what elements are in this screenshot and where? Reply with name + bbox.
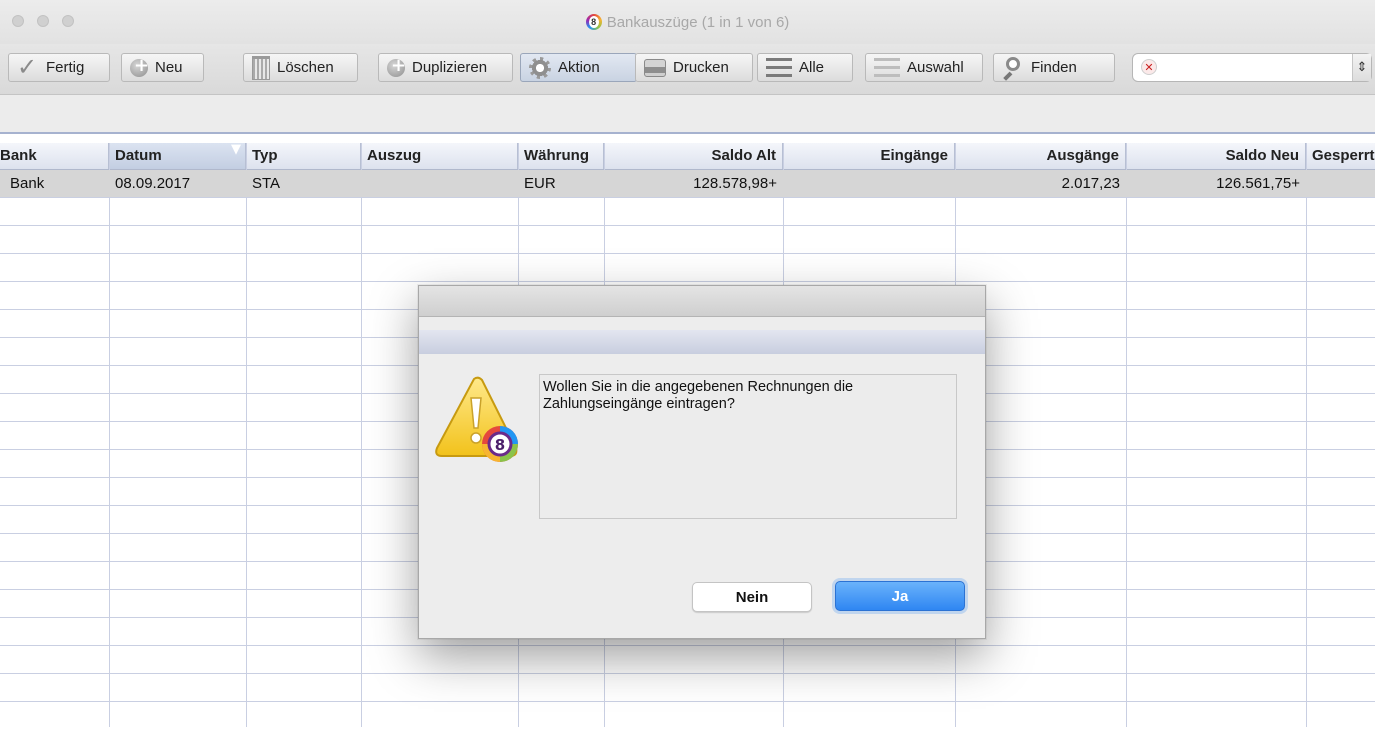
fertig-button[interactable]: Fertig bbox=[8, 53, 110, 82]
column-header-eingaenge[interactable]: Eingänge bbox=[783, 143, 955, 169]
column-header-saldo-neu[interactable]: Saldo Neu bbox=[1126, 143, 1306, 169]
svg-text:8: 8 bbox=[495, 436, 505, 454]
column-header-ausgaenge[interactable]: Ausgänge bbox=[955, 143, 1126, 169]
selection-list-icon bbox=[874, 57, 900, 78]
grid-line bbox=[0, 253, 1375, 254]
cell-saldo-alt: 128.578,98+ bbox=[693, 175, 777, 192]
window-title-text: Bankauszüge (1 in 1 von 6) bbox=[606, 14, 790, 31]
column-header-typ[interactable]: Typ bbox=[246, 143, 361, 169]
grid-line bbox=[0, 673, 1375, 674]
printer-icon bbox=[644, 58, 666, 77]
alle-label: Alle bbox=[799, 59, 825, 76]
aktion-label: Aktion bbox=[558, 59, 600, 76]
fertig-label: Fertig bbox=[46, 59, 85, 76]
grid-line bbox=[0, 645, 1375, 646]
column-header-gesperrt[interactable]: Gesperrt bbox=[1306, 143, 1375, 169]
window-title: Bankauszüge (1 in 1 von 6) bbox=[0, 14, 1375, 31]
magnifier-icon bbox=[1002, 56, 1024, 79]
column-header-datum-label: Datum bbox=[115, 147, 162, 164]
dialog-message: Wollen Sie in die angegebenen Rechnungen… bbox=[539, 374, 957, 519]
no-button[interactable]: Nein bbox=[692, 582, 812, 612]
table-row[interactable]: Bank 08.09.2017 STA EUR 128.578,98+ 2.01… bbox=[0, 170, 1375, 197]
drucken-button[interactable]: Drucken bbox=[635, 53, 753, 82]
grid-line bbox=[361, 143, 362, 727]
clear-icon[interactable]: ✕ bbox=[1141, 59, 1157, 75]
app-logo-icon bbox=[585, 14, 602, 30]
auswahl-button[interactable]: Auswahl bbox=[865, 53, 983, 82]
cell-auszug bbox=[361, 170, 518, 197]
cell-eingaenge bbox=[783, 170, 955, 197]
cell-ausgaenge: 2.017,23 bbox=[1061, 175, 1120, 192]
cell-saldo-neu: 126.561,75+ bbox=[1216, 175, 1300, 192]
loeschen-button[interactable]: Löschen bbox=[243, 53, 358, 82]
grid-line bbox=[1306, 143, 1307, 727]
dialog-header-band bbox=[419, 330, 985, 354]
grid-line bbox=[109, 143, 110, 727]
finden-label: Finden bbox=[1031, 59, 1077, 76]
column-header-auszug[interactable]: Auszug bbox=[361, 143, 518, 169]
grid-line bbox=[246, 143, 247, 727]
duplizieren-button[interactable]: Duplizieren bbox=[378, 53, 513, 82]
alle-button[interactable]: Alle bbox=[757, 53, 853, 82]
column-header-datum[interactable]: Datum ▼ bbox=[109, 143, 246, 169]
grid-line bbox=[1126, 143, 1127, 727]
column-header-saldo-alt[interactable]: Saldo Alt bbox=[604, 143, 783, 169]
neu-button[interactable]: Neu bbox=[121, 53, 204, 82]
checkmark-icon bbox=[17, 53, 39, 81]
grid-line bbox=[0, 701, 1375, 702]
duplizieren-label: Duplizieren bbox=[412, 59, 488, 76]
neu-label: Neu bbox=[155, 59, 183, 76]
grid-line bbox=[0, 281, 1375, 282]
list-icon bbox=[766, 57, 792, 78]
search-field[interactable]: ✕ ⇕ bbox=[1132, 53, 1372, 82]
column-header-waehrung[interactable]: Währung bbox=[518, 143, 604, 169]
duplicate-plus-icon bbox=[387, 55, 406, 77]
loeschen-label: Löschen bbox=[277, 59, 334, 76]
plus-icon bbox=[130, 55, 149, 77]
grid-line bbox=[0, 225, 1375, 226]
stepper-icon[interactable]: ⇕ bbox=[1352, 54, 1371, 81]
finden-button[interactable]: Finden bbox=[993, 53, 1115, 82]
grid-line bbox=[0, 197, 1375, 198]
yes-button[interactable]: Ja bbox=[835, 581, 965, 611]
aktion-button[interactable]: Aktion bbox=[520, 53, 637, 82]
cell-gesperrt bbox=[1306, 170, 1375, 197]
sort-descending-icon: ▼ bbox=[231, 143, 241, 157]
table-top-band bbox=[0, 95, 1375, 132]
drucken-label: Drucken bbox=[673, 59, 729, 76]
trash-icon bbox=[252, 55, 270, 80]
cell-typ: STA bbox=[252, 175, 281, 192]
column-header-bank[interactable]: Bank bbox=[0, 143, 109, 169]
table-header: Bank Datum ▼ Typ Auszug Währung Saldo Alt… bbox=[0, 143, 1375, 170]
dialog-title-bar bbox=[419, 286, 985, 317]
warning-icon: 8 bbox=[435, 376, 518, 462]
cell-datum: 08.09.2017 bbox=[115, 175, 191, 192]
cell-bank: Bank bbox=[10, 175, 45, 192]
gear-icon bbox=[529, 56, 551, 79]
cell-waehrung: EUR bbox=[524, 175, 556, 192]
confirm-dialog: 8 Wollen Sie in die angegebenen Rechnung… bbox=[418, 285, 986, 639]
auswahl-label: Auswahl bbox=[907, 59, 964, 76]
title-bar: Bankauszüge (1 in 1 von 6) bbox=[0, 0, 1375, 44]
